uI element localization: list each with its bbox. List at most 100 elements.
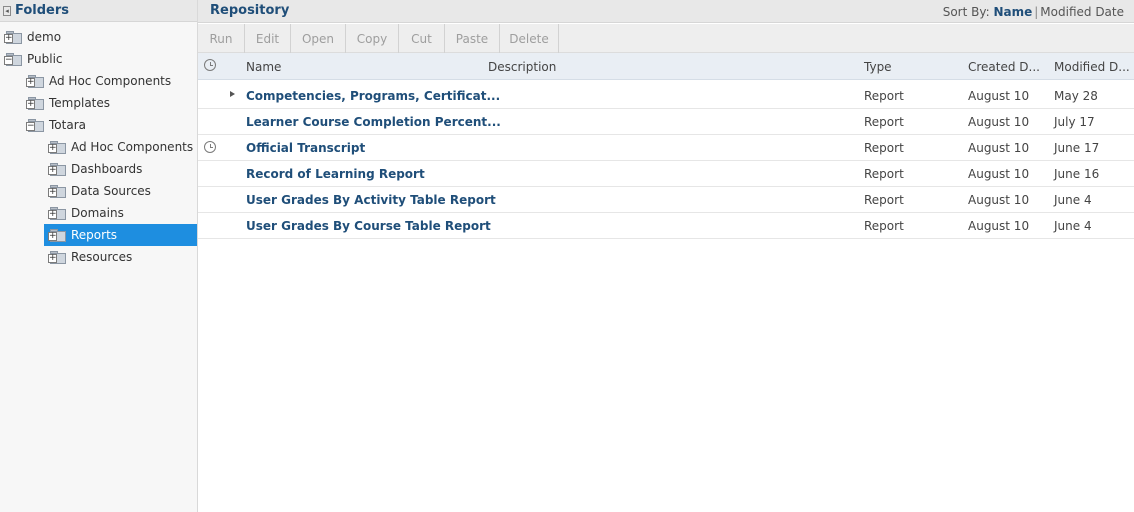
expand-icon[interactable]: + xyxy=(48,165,57,175)
folder-icon: + xyxy=(26,74,44,88)
resource-name-link[interactable]: Record of Learning Report xyxy=(246,167,425,181)
tree-item-public[interactable]: − Public xyxy=(4,49,63,69)
sort-by-modified-date-link[interactable]: Modified Date xyxy=(1040,5,1124,19)
tree-item-reports[interactable]: + Reports xyxy=(44,224,197,246)
tree-item-dashboards[interactable]: + Dashboards xyxy=(48,159,142,179)
tree-item-demo[interactable]: + demo xyxy=(4,27,61,47)
repository-title: Repository xyxy=(210,3,290,18)
resource-name-link[interactable]: User Grades By Course Table Report xyxy=(246,219,491,233)
tree-item-totara-ad-hoc-components[interactable]: + Ad Hoc Components xyxy=(48,137,193,157)
expand-icon[interactable]: + xyxy=(26,77,35,87)
folder-icon: + xyxy=(48,140,66,154)
sort-label: Sort By: xyxy=(942,5,990,19)
resource-type: Report xyxy=(864,167,904,181)
resource-type: Report xyxy=(864,89,904,103)
resource-modified-date: July 17 xyxy=(1054,115,1095,129)
resource-name-link[interactable]: Learner Course Completion Percent... xyxy=(246,115,501,129)
folder-icon: − xyxy=(26,118,44,132)
tree-item-label: Reports xyxy=(71,228,118,242)
sort-by-name-link[interactable]: Name xyxy=(993,5,1032,19)
column-header-type[interactable]: Type xyxy=(864,60,892,74)
folder-icon: + xyxy=(48,162,66,176)
column-header-row: Name Description Type Created D... Modif… xyxy=(198,53,1134,80)
expand-arrow-icon[interactable] xyxy=(230,91,235,97)
folder-icon: + xyxy=(26,96,44,110)
tree-item-label: Templates xyxy=(49,96,111,110)
tree-item-label: Dashboards xyxy=(71,162,143,176)
tree-item-label: Resources xyxy=(71,250,133,264)
resource-created-date: August 10 xyxy=(968,89,1030,103)
resource-created-date: August 10 xyxy=(968,167,1030,181)
resource-created-date: August 10 xyxy=(968,219,1030,233)
tree-item-label: Public xyxy=(27,52,63,66)
tree-item-totara[interactable]: − Totara xyxy=(26,115,86,135)
table-row[interactable]: Competencies, Programs, Certificat... Re… xyxy=(198,83,1134,109)
sort-controls: Sort By: Name | Modified Date xyxy=(942,5,1124,19)
collapse-panel-icon[interactable]: ◂ xyxy=(3,5,11,16)
expand-icon[interactable]: + xyxy=(48,253,57,263)
expand-icon[interactable]: + xyxy=(4,33,13,43)
expand-icon[interactable]: + xyxy=(48,231,57,241)
folder-icon: + xyxy=(4,30,22,44)
resource-modified-date: May 28 xyxy=(1054,89,1098,103)
expand-icon[interactable]: + xyxy=(48,209,57,219)
resource-name-link[interactable]: Competencies, Programs, Certificat... xyxy=(246,89,500,103)
column-header-modified-date[interactable]: Modified D... xyxy=(1054,60,1130,74)
action-toolbar: Run Edit Open Copy Cut Paste Delete xyxy=(198,24,1134,53)
tree-item-templates[interactable]: + Templates xyxy=(26,93,110,113)
table-row[interactable]: User Grades By Activity Table Report Rep… xyxy=(198,187,1134,213)
scheduled-clock-icon xyxy=(204,141,216,153)
resource-created-date: August 10 xyxy=(968,193,1030,207)
tree-item-label: Totara xyxy=(49,118,86,132)
edit-button[interactable]: Edit xyxy=(245,24,291,53)
tree-item-label: Ad Hoc Components xyxy=(71,140,194,154)
tree-item-label: Ad Hoc Components xyxy=(49,74,172,88)
resource-name-link[interactable]: Official Transcript xyxy=(246,141,365,155)
open-button[interactable]: Open xyxy=(291,24,346,53)
table-row[interactable]: Learner Course Completion Percent... Rep… xyxy=(198,109,1134,135)
repository-panel: Repository Sort By: Name | Modified Date R… xyxy=(198,0,1134,512)
expand-icon[interactable]: + xyxy=(26,99,35,109)
table-row[interactable]: Record of Learning Report Report August … xyxy=(198,161,1134,187)
paste-button[interactable]: Paste xyxy=(445,24,500,53)
folders-header: ◂ Folders xyxy=(0,0,197,22)
folders-title: Folders xyxy=(15,3,70,18)
tree-item-label: demo xyxy=(27,30,62,44)
delete-button[interactable]: Delete xyxy=(500,24,559,53)
table-row[interactable]: User Grades By Course Table Report Repor… xyxy=(198,213,1134,239)
tree-item-data-sources[interactable]: + Data Sources xyxy=(48,181,151,201)
resource-type: Report xyxy=(864,219,904,233)
expand-icon[interactable]: + xyxy=(48,143,57,153)
table-row[interactable]: Official Transcript Report August 10 Jun… xyxy=(198,135,1134,161)
folders-panel: ◂ Folders + demo − Public + Ad Hoc Compo… xyxy=(0,0,198,512)
tree-item-ad-hoc-components[interactable]: + Ad Hoc Components xyxy=(26,71,171,91)
tree-item-resources[interactable]: + Resources xyxy=(48,247,132,267)
column-header-created-date[interactable]: Created D... xyxy=(968,60,1040,74)
copy-button[interactable]: Copy xyxy=(346,24,399,53)
folder-icon: + xyxy=(48,184,66,198)
schedule-clock-icon xyxy=(204,59,216,71)
tree-item-label: Data Sources xyxy=(71,184,151,198)
resource-modified-date: June 17 xyxy=(1054,141,1100,155)
column-header-name[interactable]: Name xyxy=(246,60,281,74)
cut-button[interactable]: Cut xyxy=(399,24,445,53)
collapse-icon[interactable]: − xyxy=(26,121,35,131)
resource-modified-date: June 4 xyxy=(1054,193,1092,207)
resource-type: Report xyxy=(864,193,904,207)
resource-modified-date: June 4 xyxy=(1054,219,1092,233)
resource-name-link[interactable]: User Grades By Activity Table Report xyxy=(246,193,496,207)
repository-header: Repository Sort By: Name | Modified Date xyxy=(198,0,1134,23)
resource-type: Report xyxy=(864,115,904,129)
collapse-icon[interactable]: − xyxy=(4,55,13,65)
column-header-description[interactable]: Description xyxy=(488,60,556,74)
resource-modified-date: June 16 xyxy=(1054,167,1100,181)
tree-item-domains[interactable]: + Domains xyxy=(48,203,124,223)
expand-icon[interactable]: + xyxy=(48,187,57,197)
folder-icon: + xyxy=(48,250,66,264)
resource-created-date: August 10 xyxy=(968,115,1030,129)
folder-icon: − xyxy=(4,52,22,66)
run-button[interactable]: Run xyxy=(198,24,245,53)
folder-icon: + xyxy=(48,228,66,242)
resource-created-date: August 10 xyxy=(968,141,1030,155)
resource-type: Report xyxy=(864,141,904,155)
